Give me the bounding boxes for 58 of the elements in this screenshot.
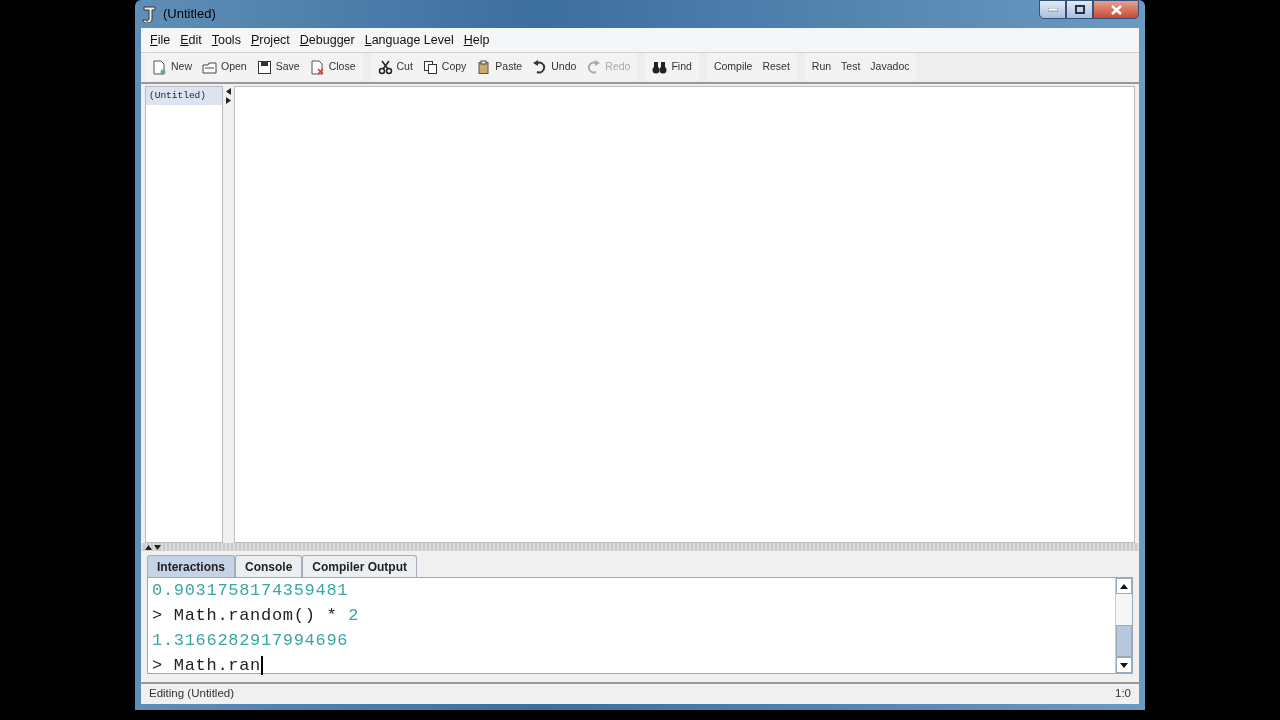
close-button[interactable] (1093, 0, 1139, 19)
binoculars-icon (652, 59, 668, 75)
toolbar-button[interactable]: Run (806, 55, 837, 80)
toolbar-button[interactable]: New (147, 55, 197, 80)
output-line: 0.9031758174359481 (152, 581, 349, 601)
menu-item[interactable]: File (145, 30, 176, 50)
maximize-button[interactable] (1066, 0, 1093, 19)
toolbar-button[interactable]: Reset (757, 55, 795, 80)
menu-item[interactable]: Edit (175, 30, 207, 50)
app-logo-icon (141, 5, 157, 23)
toolbar-button[interactable]: Test (836, 55, 866, 80)
expand-right-icon (226, 96, 231, 104)
collapse-left-icon (226, 87, 231, 95)
interactions-pane[interactable]: 0.9031758174359481 > Math.random() * 2 1.3166282917994696 > Math.ran (147, 577, 1133, 675)
tab[interactable]: Console (235, 555, 303, 578)
menu-item[interactable]: Language Level (359, 30, 459, 50)
folder-icon (202, 59, 217, 75)
menu-item[interactable]: Tools (206, 30, 246, 50)
toolbar-button[interactable]: Undo (527, 55, 582, 80)
clipboard-icon (476, 59, 492, 75)
down-arrow-icon (1120, 662, 1128, 668)
toolbar-button[interactable]: Find (647, 55, 697, 80)
minimize-button[interactable] (1039, 0, 1066, 19)
cursor-position: 1:0 (1115, 686, 1131, 702)
status-message: Editing (Untitled) (149, 686, 234, 702)
menu-item[interactable]: Debugger (294, 30, 360, 50)
output-line: 1.3166282917994696 (152, 631, 349, 651)
toolbar-button[interactable]: Save (251, 55, 305, 80)
close-file-icon (309, 59, 325, 75)
input-line: Math.ran (173, 656, 262, 676)
window-title: (Untitled) (163, 5, 216, 24)
up-arrow-icon (1120, 583, 1128, 589)
menu-item[interactable]: Help (458, 30, 495, 50)
redo-arrow-icon (586, 59, 602, 75)
toolbar-button[interactable]: Open (197, 55, 252, 80)
toolbar-button[interactable]: Paste (471, 55, 528, 80)
tab[interactable]: Compiler Output (302, 555, 418, 578)
toolbar-button[interactable]: Cut (372, 55, 418, 80)
scroll-up-button[interactable] (1116, 578, 1132, 595)
minimize-icon (1047, 7, 1058, 12)
menu-item[interactable]: Project (245, 30, 295, 50)
scroll-down-button[interactable] (1116, 657, 1132, 674)
undo-arrow-icon (532, 59, 548, 75)
tab[interactable]: Interactions (147, 555, 235, 578)
prompt-symbol: > (152, 606, 163, 626)
new-file-icon (152, 59, 167, 75)
document-item[interactable]: (Untitled) (146, 86, 222, 105)
prompt-symbol: > (152, 656, 163, 676)
toolbar-button[interactable]: Javadoc (865, 55, 915, 80)
toolbar-button[interactable]: Compile (708, 55, 758, 80)
copy-icon (422, 59, 438, 75)
scissors-icon (377, 59, 393, 75)
input-line: Math.random() * 2 (173, 606, 360, 626)
toolbar-button[interactable]: Copy (417, 55, 472, 80)
maximize-icon (1074, 5, 1085, 14)
close-icon (1110, 4, 1122, 15)
toolbar-button[interactable]: Close (304, 55, 361, 80)
scrollbar-thumb[interactable] (1116, 625, 1132, 658)
